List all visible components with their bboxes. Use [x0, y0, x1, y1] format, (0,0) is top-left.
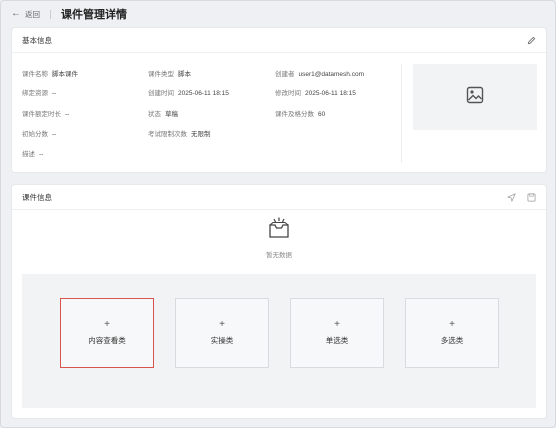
plus-icon: + — [449, 319, 455, 330]
type-label: 单选类 — [325, 336, 349, 345]
courseware-info-header: 课件信息 — [12, 185, 546, 210]
arrow-left-icon: ← — [11, 8, 21, 19]
field-created-time: 创建时间 2025-06-11 18:15 — [148, 90, 229, 97]
plus-icon: + — [219, 319, 225, 330]
basic-info-header: 基本信息 — [12, 28, 546, 53]
field-modified-time: 修改时间 2025-06-11 18:15 — [275, 90, 356, 97]
plus-icon: + — [334, 319, 340, 330]
field-pass-score: 课件及格分数 60 — [275, 111, 326, 118]
page-title: 课件管理详情 — [61, 9, 127, 21]
field-exam-limit: 考试限制次数 无限制 — [148, 131, 211, 138]
basic-info-card: 基本信息 课件名称 脚本课件 课件类型 脚本 创建者 user1@datamesh.c… — [12, 28, 546, 172]
image-divider — [401, 64, 402, 163]
empty-text: 暂无数据 — [266, 252, 292, 259]
courseware-toolbar — [506, 192, 536, 202]
field-initial-score: 初始分数 -- — [22, 131, 57, 138]
save-icon[interactable] — [526, 192, 536, 202]
field-name: 课件名称 脚本课件 — [22, 71, 78, 78]
field-bound-resource: 绑定资源 -- — [22, 90, 57, 97]
field-description: 描述 -- — [22, 151, 44, 158]
field-creator: 创建者 user1@datamesh.com — [275, 71, 364, 78]
courseware-info-title: 课件信息 — [22, 192, 52, 202]
type-label: 实操类 — [210, 336, 234, 345]
type-card-single-choice[interactable]: + 单选类 — [290, 298, 384, 368]
image-icon — [466, 86, 484, 109]
page-frame: ← 返回 课件管理详情 基本信息 课件名称 脚本课件 课件类型 脚本 创建者 user… — [0, 0, 556, 428]
type-label: 内容查看类 — [88, 336, 126, 345]
type-card-content-view[interactable]: + 内容查看类 — [60, 298, 154, 368]
field-rated-duration: 课件额定时长 -- — [22, 111, 70, 118]
divider — [50, 9, 51, 19]
back-label: 返回 — [25, 9, 40, 19]
back-button[interactable]: ← 返回 — [11, 9, 40, 20]
top-bar: ← 返回 课件管理详情 — [1, 1, 555, 27]
field-type: 课件类型 脚本 — [148, 71, 191, 78]
plus-icon: + — [104, 319, 110, 330]
edit-icon[interactable] — [526, 35, 536, 45]
type-card-multiple-choice[interactable]: + 多选类 — [405, 298, 499, 368]
field-status: 状态 草稿 — [148, 111, 178, 118]
courseware-info-card: 课件信息 暂无数据 + 内容查看类 + 实操类 + 单选类 + 多选类 — [12, 185, 546, 418]
empty-state: 暂无数据 — [12, 215, 546, 259]
type-label: 多选类 — [440, 336, 464, 345]
empty-box-icon — [266, 217, 292, 245]
courseware-types-panel: + 内容查看类 + 实操类 + 单选类 + 多选类 — [22, 274, 536, 408]
basic-info-title: 基本信息 — [22, 35, 52, 45]
type-card-practical[interactable]: + 实操类 — [175, 298, 269, 368]
cover-image-placeholder[interactable] — [413, 64, 537, 130]
send-icon[interactable] — [506, 192, 516, 202]
